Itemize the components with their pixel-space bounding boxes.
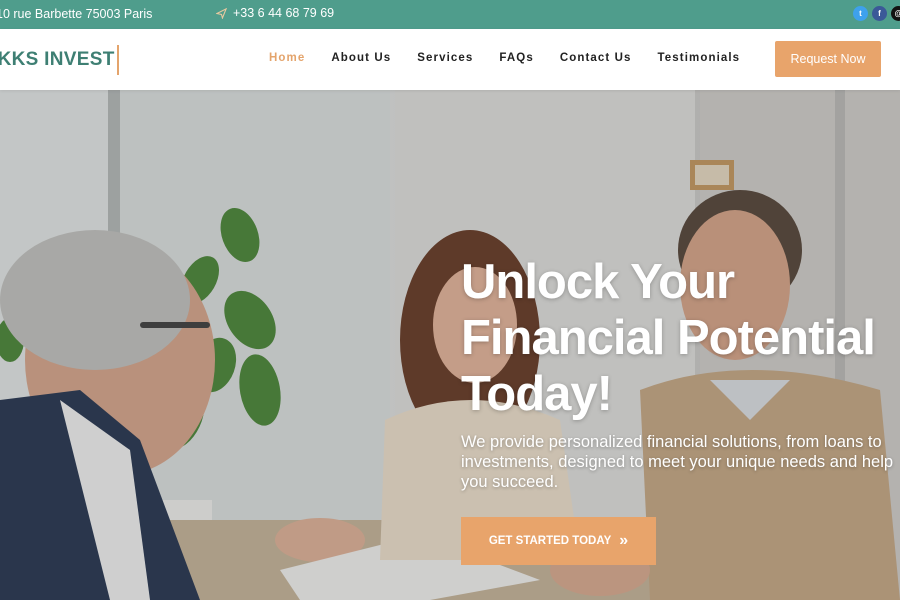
- request-now-button[interactable]: Request Now: [775, 41, 881, 77]
- nav-home[interactable]: Home: [269, 52, 305, 64]
- phone-contact[interactable]: +33 6 44 68 79 69: [216, 6, 334, 20]
- hero-section: Unlock Your Financial Potential Today! W…: [0, 90, 900, 600]
- top-bar: 10 rue Barbette 75003 Paris +33 6 44 68 …: [0, 0, 900, 29]
- social-links: t f @: [853, 6, 900, 21]
- get-started-label: GET STARTED TODAY: [488, 535, 612, 547]
- double-chevron-right-icon: »: [619, 532, 629, 549]
- nav-faqs[interactable]: FAQs: [499, 52, 533, 64]
- nav-contact-us[interactable]: Contact Us: [560, 52, 632, 64]
- nav-about-us[interactable]: About Us: [331, 52, 391, 64]
- get-started-button[interactable]: GET STARTED TODAY »: [461, 517, 656, 565]
- phone-text: +33 6 44 68 79 69: [233, 6, 335, 20]
- main-nav: Home About Us Services FAQs Contact Us T…: [269, 52, 740, 64]
- send-icon: [216, 7, 227, 19]
- site-header: IKKS INVEST Home About Us Services FAQs …: [0, 29, 900, 90]
- nav-testimonials[interactable]: Testimonials: [658, 52, 741, 64]
- facebook-icon[interactable]: f: [872, 6, 887, 21]
- threads-icon[interactable]: @: [891, 6, 900, 21]
- hero-title: Unlock Your Financial Potential Today!: [461, 255, 876, 421]
- hero-subtitle: We provide personalized financial soluti…: [461, 433, 894, 491]
- twitter-icon[interactable]: t: [853, 6, 868, 21]
- nav-services[interactable]: Services: [417, 52, 473, 64]
- site-logo[interactable]: IKKS INVEST: [0, 45, 119, 75]
- address-text: 10 rue Barbette 75003 Paris: [0, 7, 153, 21]
